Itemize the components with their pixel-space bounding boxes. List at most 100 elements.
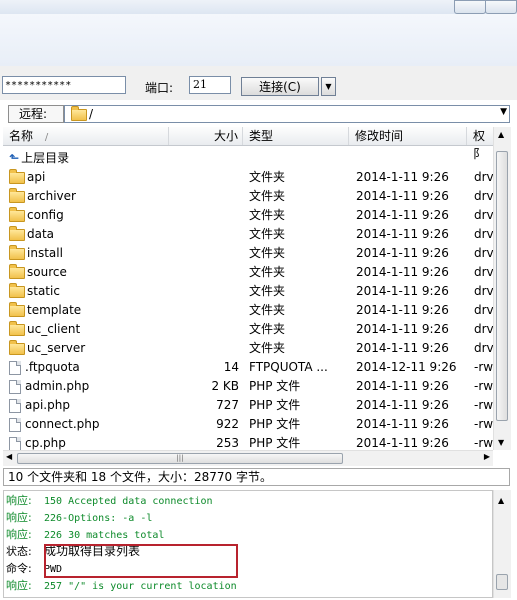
file-name-cell: ⬑ 上层目录 bbox=[9, 149, 69, 168]
file-list-vertical-scrollbar[interactable]: ▲ ▼ bbox=[493, 127, 511, 450]
column-header-perms[interactable]: 权阝 bbox=[467, 127, 493, 161]
file-name-cell: .ftpquota bbox=[9, 358, 80, 377]
log-label: 响应: bbox=[6, 494, 32, 507]
remote-path-combobox[interactable]: / ▼ bbox=[64, 105, 510, 123]
password-field[interactable]: *********** bbox=[2, 76, 126, 94]
table-row[interactable]: api 文件夹 2014-1-11 9:26 drv bbox=[3, 168, 493, 187]
file-perm-cell: drv bbox=[474, 303, 493, 317]
scroll-right-icon[interactable]: ▶ bbox=[484, 452, 490, 461]
file-name: admin.php bbox=[25, 379, 90, 393]
table-row[interactable]: template 文件夹 2014-1-11 9:26 drv bbox=[3, 301, 493, 320]
log-text: 226 30 matches total bbox=[44, 530, 165, 541]
file-icon bbox=[9, 379, 21, 394]
up-icon: ⬑ bbox=[9, 151, 20, 165]
folder-icon bbox=[9, 301, 25, 317]
file-mod-cell: 2014-1-11 9:26 bbox=[356, 208, 449, 222]
column-header-type[interactable]: 类型 bbox=[243, 127, 349, 145]
file-type-cell: 文件夹 bbox=[249, 341, 286, 355]
file-name-cell: api bbox=[9, 168, 45, 187]
table-row[interactable]: api.php 727 PHP 文件 2014-1-11 9:26 -rw bbox=[3, 396, 493, 415]
scroll-thumb[interactable] bbox=[496, 574, 508, 590]
column-modified-label: 修改时间 bbox=[355, 129, 404, 143]
file-mod-cell: 2014-1-11 9:26 bbox=[356, 379, 449, 393]
file-list-horizontal-scrollbar[interactable]: ◀ ||| ▶ bbox=[3, 450, 493, 466]
column-header-name[interactable]: 名称 / bbox=[3, 127, 169, 145]
table-row[interactable]: static 文件夹 2014-1-11 9:26 drv bbox=[3, 282, 493, 301]
table-row[interactable]: cp.php 253 PHP 文件 2014-1-11 9:26 -rw bbox=[3, 434, 493, 450]
table-row[interactable]: ⬑ 上层目录 bbox=[3, 149, 493, 168]
column-header-size[interactable]: 大小 bbox=[169, 127, 243, 145]
table-row[interactable]: uc_client 文件夹 2014-1-11 9:26 drv bbox=[3, 320, 493, 339]
toolbar-area bbox=[0, 14, 517, 67]
file-size-cell: 253 bbox=[216, 436, 239, 450]
connect-dropdown-button[interactable]: ▼ bbox=[321, 77, 336, 96]
scroll-thumb[interactable] bbox=[496, 151, 508, 421]
highlight-box bbox=[44, 544, 238, 578]
scroll-left-icon[interactable]: ◀ bbox=[6, 452, 12, 461]
folder-icon bbox=[9, 263, 25, 279]
file-name: archiver bbox=[27, 189, 76, 203]
minimize-button[interactable] bbox=[454, 0, 486, 14]
file-icon bbox=[9, 360, 21, 375]
scroll-down-icon[interactable]: ▼ bbox=[498, 438, 504, 447]
file-name: 上层目录 bbox=[21, 151, 70, 165]
table-row[interactable]: .ftpquota 14 FTPQUOTA ... 2014-12-11 9:26 -r… bbox=[3, 358, 493, 377]
file-mod-cell: 2014-1-11 9:26 bbox=[356, 265, 449, 279]
maximize-button[interactable] bbox=[485, 0, 517, 14]
file-mod-cell: 2014-1-11 9:26 bbox=[356, 227, 449, 241]
file-mod-cell: 2014-12-11 9:26 bbox=[356, 360, 457, 374]
log-vertical-scrollbar[interactable]: ▲ bbox=[493, 490, 511, 598]
scroll-up-icon[interactable]: ▲ bbox=[498, 496, 504, 505]
file-mod-cell: 2014-1-11 9:26 bbox=[356, 322, 449, 336]
folder-icon bbox=[9, 206, 25, 222]
file-name: api bbox=[27, 170, 46, 184]
file-name: uc_client bbox=[27, 322, 81, 336]
table-row[interactable]: admin.php 2 KB PHP 文件 2014-1-11 9:26 -rw bbox=[3, 377, 493, 396]
folder-icon bbox=[9, 225, 25, 241]
port-field[interactable]: 21 bbox=[189, 76, 231, 94]
file-size-cell: 2 KB bbox=[211, 379, 239, 393]
log-text: 257 "/" is your current location bbox=[44, 581, 237, 592]
file-perm-cell: drv bbox=[474, 246, 493, 260]
scroll-up-icon[interactable]: ▲ bbox=[498, 130, 504, 139]
file-type-cell: 文件夹 bbox=[249, 189, 286, 203]
file-mod-cell: 2014-1-11 9:26 bbox=[356, 341, 449, 355]
window-controls bbox=[454, 0, 517, 14]
table-row[interactable]: config 文件夹 2014-1-11 9:26 drv bbox=[3, 206, 493, 225]
column-type-label: 类型 bbox=[249, 129, 274, 143]
table-row[interactable]: source 文件夹 2014-1-11 9:26 drv bbox=[3, 263, 493, 282]
file-name-cell: cp.php bbox=[9, 434, 66, 450]
file-name-cell: install bbox=[9, 244, 63, 263]
file-mod-cell: 2014-1-11 9:26 bbox=[356, 246, 449, 260]
remote-file-list[interactable]: 名称 / 大小 类型 修改时间 权阝 ⬑ 上层目录 api 文件夹 2014-1-11 … bbox=[3, 127, 493, 450]
table-row[interactable]: uc_server 文件夹 2014-1-11 9:26 drv bbox=[3, 339, 493, 358]
file-name: cp.php bbox=[25, 436, 66, 450]
table-row[interactable]: connect.php 922 PHP 文件 2014-1-11 9:26 -rw bbox=[3, 415, 493, 434]
log-label: 响应: bbox=[6, 528, 32, 541]
file-mod-cell: 2014-1-11 9:26 bbox=[356, 284, 449, 298]
file-perm-cell: drv bbox=[474, 227, 493, 241]
table-row[interactable]: install 文件夹 2014-1-11 9:26 drv bbox=[3, 244, 493, 263]
log-line: 响应: 226-Options: -a -l bbox=[6, 509, 152, 526]
log-label: 状态: bbox=[6, 545, 32, 558]
folder-icon bbox=[9, 187, 25, 203]
file-perm-cell: -rw bbox=[474, 417, 493, 431]
folder-icon bbox=[9, 320, 25, 336]
file-perm-cell: drv bbox=[474, 265, 493, 279]
table-row[interactable]: data 文件夹 2014-1-11 9:26 drv bbox=[3, 225, 493, 244]
file-name-cell: config bbox=[9, 206, 64, 225]
file-mod-cell: 2014-1-11 9:26 bbox=[356, 189, 449, 203]
scroll-thumb[interactable]: ||| bbox=[17, 453, 343, 464]
file-name: connect.php bbox=[25, 417, 100, 431]
remote-path-bar: 远程: / ▼ bbox=[0, 103, 510, 127]
message-log[interactable]: 响应: 150 Accepted data connection 响应: 226-Op… bbox=[3, 490, 493, 598]
file-name-cell: data bbox=[9, 225, 54, 244]
file-name-cell: uc_server bbox=[9, 339, 85, 358]
column-header-modified[interactable]: 修改时间 bbox=[349, 127, 467, 145]
file-size-cell: 727 bbox=[216, 398, 239, 412]
file-name: data bbox=[27, 227, 55, 241]
table-row[interactable]: archiver 文件夹 2014-1-11 9:26 drv bbox=[3, 187, 493, 206]
connect-button[interactable]: 连接(C) bbox=[241, 77, 319, 96]
file-type-cell: FTPQUOTA ... bbox=[249, 360, 328, 374]
chevron-down-icon[interactable]: ▼ bbox=[500, 107, 507, 117]
